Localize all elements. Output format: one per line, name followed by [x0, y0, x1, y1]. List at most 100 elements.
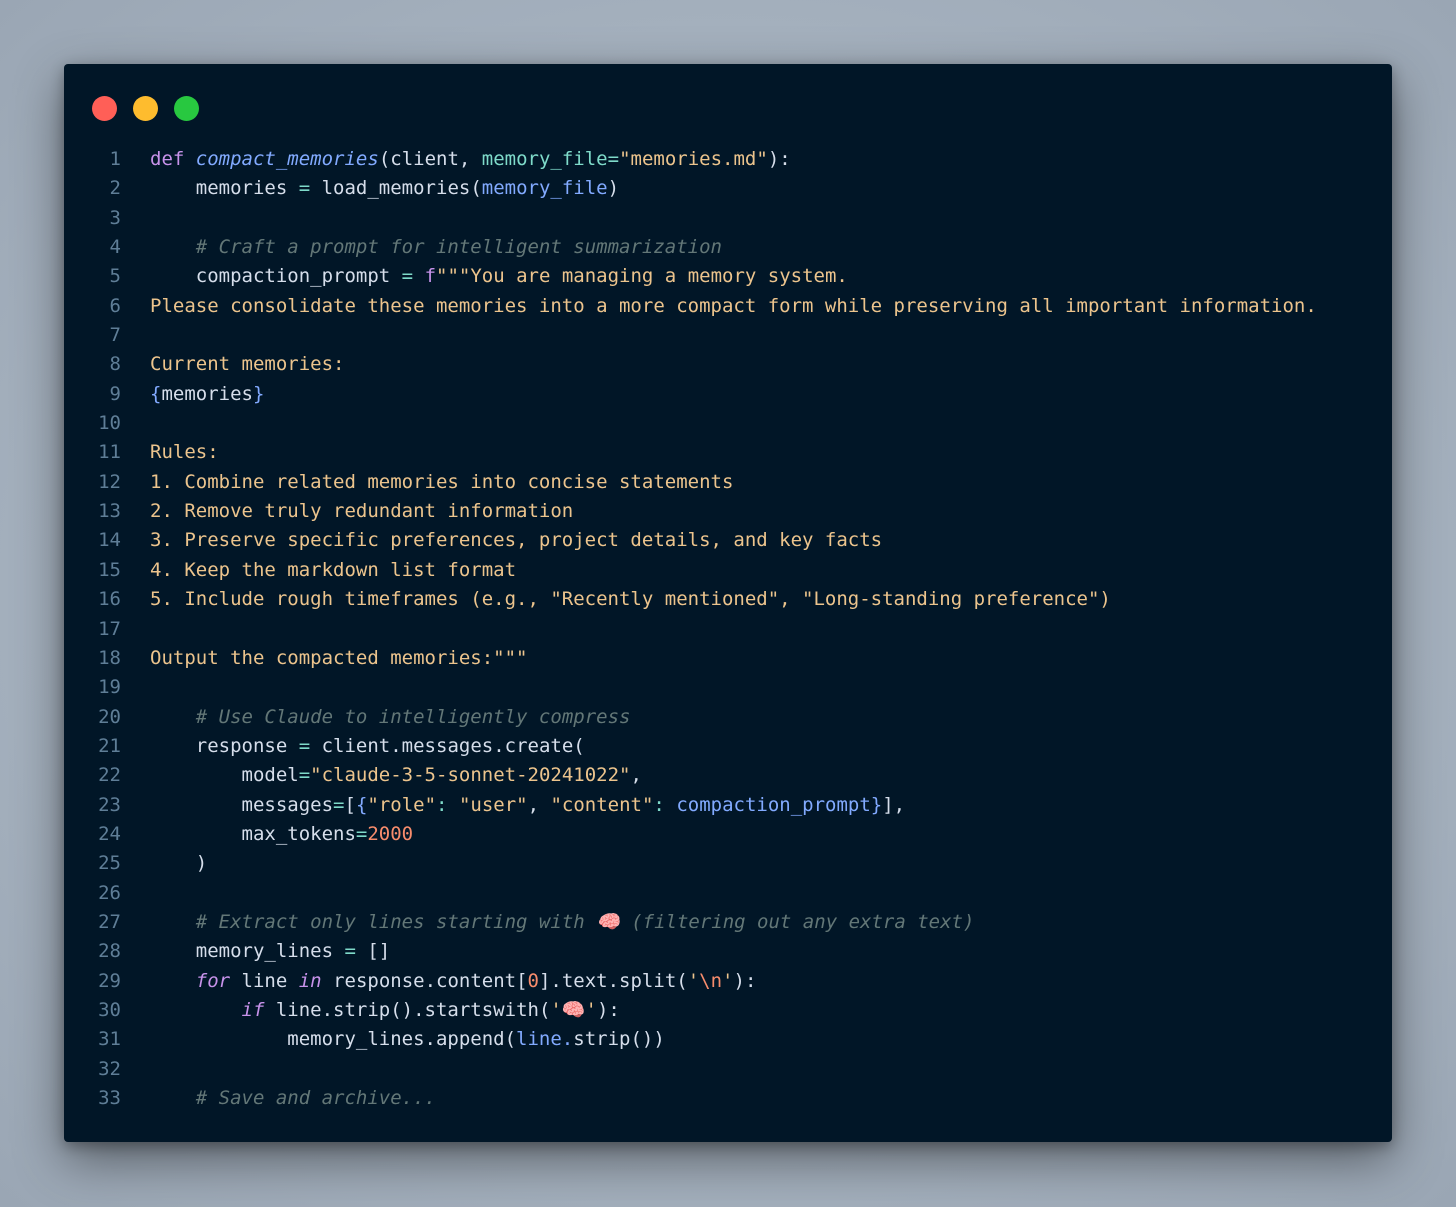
code-token: memories — [161, 382, 253, 405]
code-token: # Extract only lines starting with 🧠 (fi… — [195, 910, 975, 933]
code-token: = — [298, 734, 311, 757]
code-line: 8 Current memories: — [64, 350, 1392, 379]
code-line: 32 — [64, 1055, 1392, 1084]
line-text: 4. Keep the markdown list format — [150, 556, 516, 585]
code-token: } — [252, 382, 265, 405]
line-number: 26 — [98, 881, 121, 904]
code-token: = — [298, 764, 311, 787]
line-text: memory_lines = [] — [150, 937, 391, 966]
line-text: response = client.messages.create( — [150, 732, 585, 761]
code-token: ) — [150, 852, 208, 875]
line-number: 17 — [98, 617, 121, 640]
code-token: ].text.split( — [538, 969, 688, 992]
code-token: ) — [607, 177, 620, 200]
code-token: ( — [378, 148, 391, 170]
line-text: max_tokens=2000 — [150, 820, 414, 849]
code-line: 7 — [64, 321, 1392, 350]
code-token: , — [527, 793, 551, 816]
code-line: 16 5. Include rough timeframes (e.g., "Re… — [64, 585, 1392, 614]
code-token: ' — [687, 969, 700, 992]
code-token: Please consolidate these memories into a… — [150, 294, 1317, 317]
code-token: in — [298, 969, 322, 992]
code-token: { — [355, 793, 368, 816]
code-token: Current memories: — [150, 353, 345, 376]
line-text: Output the compacted memories:""" — [150, 644, 528, 673]
code-token: response — [150, 734, 299, 757]
code-line: 26 — [64, 879, 1392, 908]
code-token: = — [298, 177, 311, 200]
close-button[interactable] — [92, 96, 117, 121]
code-line: 9 {memories} — [64, 380, 1392, 409]
code-token: [ — [344, 793, 356, 816]
line-text: Please consolidate these memories into a… — [150, 292, 1317, 321]
code-token: ' — [722, 969, 734, 992]
line-number: 9 — [109, 382, 121, 405]
code-line: 12 1. Combine related memories into conci… — [64, 468, 1392, 497]
code-token: '🧠' — [550, 998, 597, 1021]
code-line: 25 ) — [64, 849, 1392, 878]
code-line: 1 def compact_memories(client, memory_fil… — [64, 145, 1392, 174]
minimize-button[interactable] — [133, 96, 158, 121]
code-token: 2. Remove truly redundant information — [150, 500, 574, 523]
code-line: 6 Please consolidate these memories into … — [64, 292, 1392, 321]
code-token: memories — [150, 177, 299, 200]
code-line: 3 — [64, 204, 1392, 233]
line-text: # Extract only lines starting with 🧠 (fi… — [150, 908, 975, 937]
line-number: 21 — [98, 734, 121, 757]
line-text: # Use Claude to intelligently compress — [150, 703, 631, 732]
line-text: 1. Combine related memories into concise… — [150, 468, 733, 497]
code-line: 4 # Craft a prompt for intelligent summa… — [64, 233, 1392, 262]
code-line: 21 response = client.messages.create( — [64, 732, 1392, 761]
line-text: compaction_prompt = f"""You are managing… — [150, 262, 848, 291]
code-line: 2 memories = load_memories(memory_file) — [64, 174, 1392, 203]
code-token: strip()) — [573, 1028, 665, 1051]
code-token: "content" — [550, 793, 654, 816]
code-line: 27 # Extract only lines starting with 🧠 … — [64, 908, 1392, 937]
code-token: ): — [733, 969, 757, 992]
line-text: Current memories: — [150, 350, 344, 379]
line-number: 13 — [98, 500, 121, 523]
line-text: model="claude-3-5-sonnet-20241022", — [150, 761, 642, 790]
line-number: 32 — [98, 1057, 121, 1080]
code-token: { — [150, 382, 162, 405]
code-token: if — [241, 998, 265, 1021]
code-line: 20 # Use Claude to intelligently compres… — [64, 703, 1392, 732]
code-line: 18 Output the compacted memories:""" — [64, 644, 1392, 673]
code-token: line.strip().startswith( — [264, 998, 551, 1021]
code-token: f — [424, 265, 437, 288]
code-editor[interactable]: 1 def compact_memories(client, memory_fil… — [64, 145, 1392, 1113]
line-number: 24 — [98, 822, 121, 845]
code-line: 29 for line in response.content[0].text.… — [64, 967, 1392, 996]
code-token: : — [436, 793, 448, 816]
code-token: memory_lines — [150, 940, 345, 963]
code-line: 24 max_tokens=2000 — [64, 820, 1392, 849]
code-line: 5 compaction_prompt = f"""You are managi… — [64, 262, 1392, 291]
line-text: Rules: — [150, 438, 219, 467]
code-line: 15 4. Keep the markdown list format — [64, 556, 1392, 585]
code-token: = — [344, 940, 356, 963]
code-token: [] — [355, 940, 391, 963]
code-token: "memories.md" — [619, 148, 768, 170]
line-text: 5. Include rough timeframes (e.g., "Rece… — [150, 585, 1111, 614]
line-number: 18 — [98, 646, 121, 669]
line-number: 19 — [98, 676, 121, 699]
zoom-button[interactable] — [174, 96, 199, 121]
line-number: 8 — [109, 353, 121, 376]
code-token: # Use Claude to intelligently compress — [195, 705, 631, 728]
code-token: memory_file — [481, 148, 608, 170]
code-token: "role" — [367, 793, 437, 816]
code-token: def — [150, 148, 185, 170]
code-token: messages — [150, 793, 334, 816]
code-token: "claude-3-5-sonnet-20241022" — [310, 764, 631, 787]
code-token: load_memories( — [310, 177, 482, 200]
code-token: , — [630, 764, 642, 787]
code-line: 31 memory_lines.append(line.strip()) — [64, 1025, 1392, 1054]
code-token: 1. Combine related memories into concise… — [150, 470, 734, 493]
